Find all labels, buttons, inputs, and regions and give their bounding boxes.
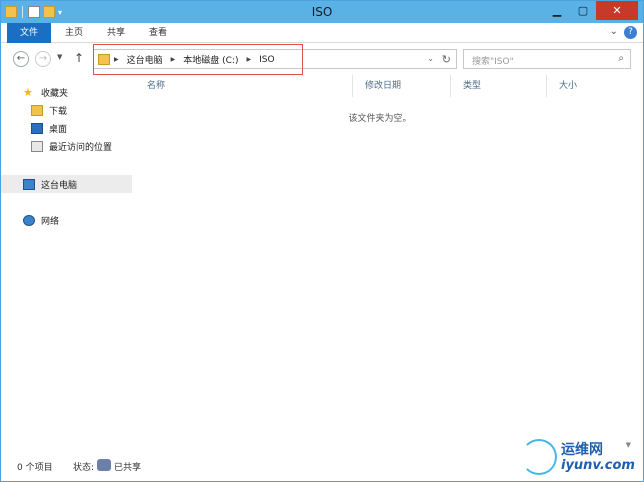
sidebar-item-label: 收藏夹 bbox=[41, 88, 69, 99]
column-header-date-modified[interactable]: 修改日期 bbox=[353, 75, 451, 97]
tab-file[interactable]: 文件 bbox=[7, 23, 51, 43]
navigation-bar: ← → ▼ ↑ ▶ 这台电脑 ▶ 本地磁盘 (C:) ▶ ISO ⌄ ↻ 搜索"… bbox=[1, 45, 643, 73]
tab-view[interactable]: 查看 bbox=[139, 23, 177, 43]
shared-users-icon bbox=[97, 459, 111, 471]
sidebar-item-label: 这台电脑 bbox=[41, 180, 78, 191]
expand-ribbon-icon[interactable]: ⌄ bbox=[610, 26, 618, 39]
item-count: 0 个项目 bbox=[17, 463, 53, 473]
up-arrow-icon[interactable]: ↑ bbox=[74, 51, 84, 65]
forward-button[interactable]: → bbox=[35, 51, 51, 67]
title-bar: ▾ ISO ▁ ▢ ✕ bbox=[1, 1, 643, 23]
refresh-icon[interactable]: ↻ bbox=[442, 53, 451, 66]
navigation-pane: ★ 收藏夹 下载 桌面 最近访问的位置 这台电脑 网络 bbox=[1, 75, 134, 453]
maximize-button[interactable]: ▢ bbox=[570, 1, 596, 20]
sidebar-item-downloads[interactable]: 下载 bbox=[1, 101, 132, 119]
ribbon-tabs: 文件 主页 共享 查看 ⌄ ? bbox=[1, 23, 643, 43]
column-headers: 名称 修改日期 类型 大小 bbox=[135, 75, 609, 97]
watermark-text-cn: 运维网 bbox=[561, 442, 603, 458]
search-icon[interactable]: ⌕ bbox=[618, 53, 624, 64]
sidebar-item-label: 最近访问的位置 bbox=[49, 142, 113, 153]
computer-icon bbox=[23, 178, 35, 190]
recent-locations-dropdown-icon[interactable]: ▼ bbox=[57, 53, 62, 61]
sidebar-item-this-pc[interactable]: 这台电脑 bbox=[1, 175, 132, 193]
sidebar-item-label: 桌面 bbox=[49, 124, 68, 135]
folder-icon bbox=[98, 54, 110, 65]
column-header-name[interactable]: 名称 bbox=[135, 75, 353, 97]
sidebar-item-desktop[interactable]: 桌面 bbox=[1, 119, 132, 137]
search-input[interactable]: 搜索"ISO" bbox=[472, 54, 514, 67]
download-folder-icon bbox=[31, 104, 43, 116]
breadcrumb-local-disk[interactable]: 本地磁盘 (C:) bbox=[183, 53, 238, 66]
sidebar-item-recent-places[interactable]: 最近访问的位置 bbox=[1, 137, 132, 155]
tab-share[interactable]: 共享 bbox=[97, 23, 135, 43]
help-icon[interactable]: ? bbox=[624, 26, 637, 39]
breadcrumb-this-pc[interactable]: 这台电脑 bbox=[127, 53, 163, 66]
sidebar-item-network[interactable]: 网络 bbox=[1, 211, 132, 229]
star-icon: ★ bbox=[23, 85, 33, 99]
chevron-right-icon[interactable]: ▶ bbox=[246, 56, 251, 63]
breadcrumb-iso[interactable]: ISO bbox=[259, 55, 274, 65]
close-button[interactable]: ✕ bbox=[596, 1, 638, 20]
chevron-right-icon[interactable]: ▶ bbox=[171, 56, 176, 63]
sidebar-item-favorites[interactable]: ★ 收藏夹 bbox=[1, 83, 132, 101]
watermark-logo: 运维网 iyunv.com bbox=[521, 437, 639, 479]
status-value: 已共享 bbox=[114, 463, 142, 473]
desktop-icon bbox=[31, 122, 43, 134]
chevron-right-icon[interactable]: ▶ bbox=[114, 56, 119, 63]
column-header-type[interactable]: 类型 bbox=[451, 75, 547, 97]
recent-places-icon bbox=[31, 140, 43, 152]
column-header-size[interactable]: 大小 bbox=[547, 75, 609, 97]
address-bar[interactable]: ▶ 这台电脑 ▶ 本地磁盘 (C:) ▶ ISO ⌄ ↻ bbox=[93, 49, 457, 69]
window-controls: ▁ ▢ ✕ bbox=[544, 1, 638, 20]
sidebar-item-label: 网络 bbox=[41, 216, 60, 227]
minimize-button[interactable]: ▁ bbox=[544, 1, 570, 20]
breadcrumb: ▶ 这台电脑 ▶ 本地磁盘 (C:) ▶ ISO bbox=[114, 53, 275, 67]
sidebar-item-label: 下载 bbox=[49, 106, 68, 117]
status-label: 状态: bbox=[73, 463, 95, 473]
network-icon bbox=[23, 214, 35, 226]
ribbon-right-controls: ⌄ ? bbox=[610, 26, 637, 39]
empty-folder-message: 该文件夹为空。 bbox=[348, 114, 412, 124]
explorer-window: ▾ ISO ▁ ▢ ✕ 文件 主页 共享 查看 ⌄ ? ← → ▼ ↑ ▶ 这台… bbox=[0, 0, 644, 482]
file-list[interactable]: 名称 修改日期 类型 大小 该文件夹为空。 ▼ bbox=[135, 75, 643, 453]
search-box[interactable]: 搜索"ISO" ⌕ bbox=[463, 49, 631, 69]
address-history-dropdown-icon[interactable]: ⌄ bbox=[427, 54, 434, 63]
watermark-icon bbox=[521, 439, 557, 475]
watermark-text-en: iyunv.com bbox=[561, 458, 635, 473]
back-button[interactable]: ← bbox=[13, 51, 29, 67]
tab-home[interactable]: 主页 bbox=[55, 23, 93, 43]
